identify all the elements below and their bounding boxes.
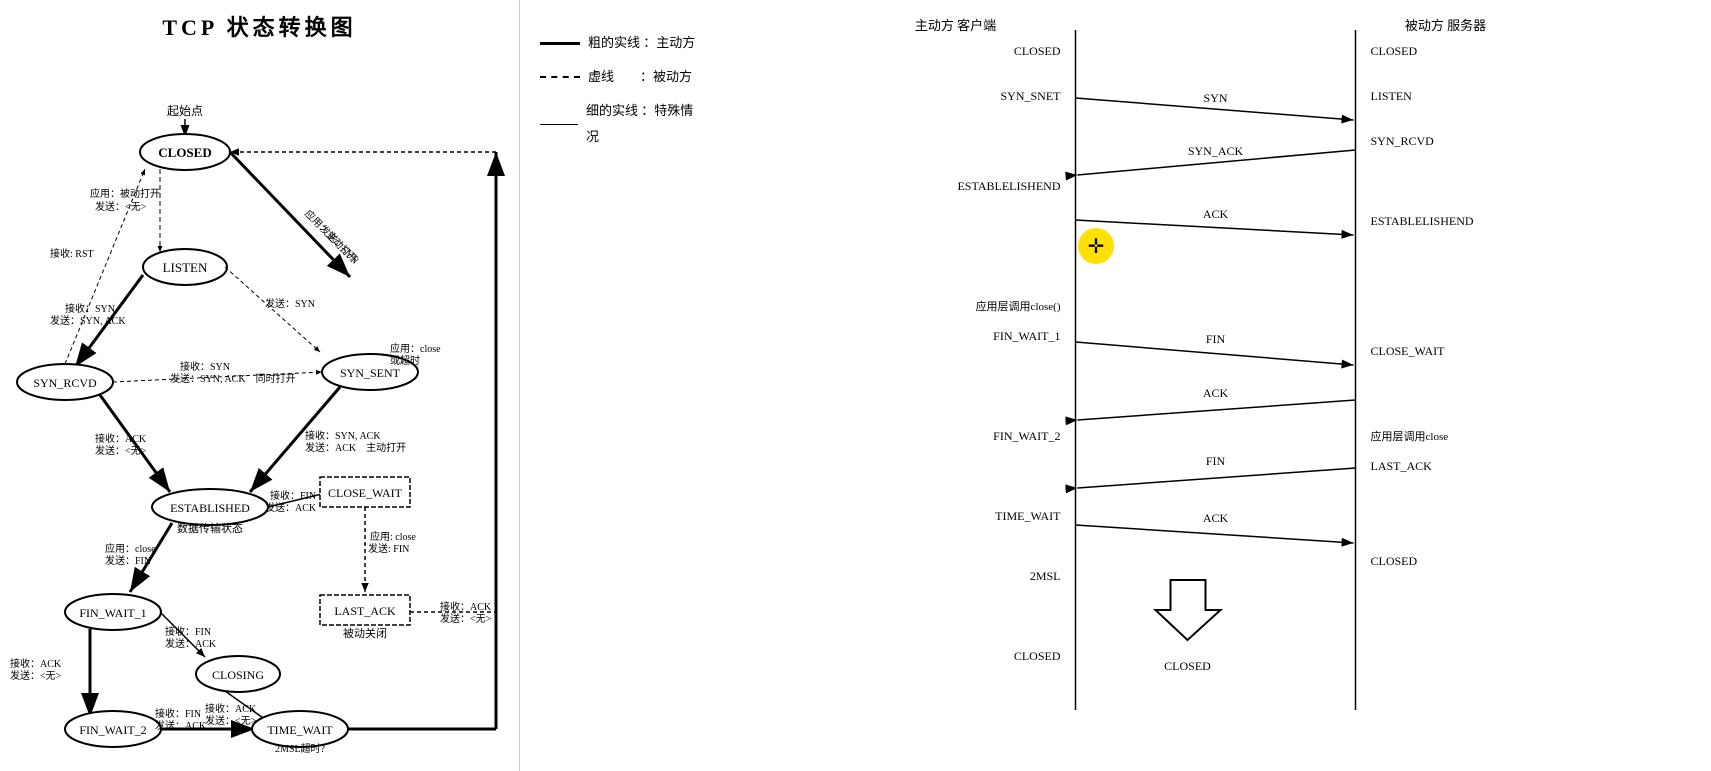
svg-text:CLOSED: CLOSED — [1014, 649, 1061, 663]
svg-text:主动方 客户端: 主动方 客户端 — [915, 18, 996, 33]
legend-thick: 粗的实线 ：主动方 — [540, 30, 700, 56]
connection-diagram: 主动方 客户端 被动方 服务器 CLOSED SYN_SNET ESTABLEL… — [740, 10, 1691, 760]
svg-text:SYN: SYN — [1203, 91, 1227, 105]
svg-text:发送：SYN: 发送：SYN — [317, 222, 362, 267]
svg-text:发送: FIN: 发送: FIN — [368, 542, 409, 555]
svg-text:ESTABLELISHEND: ESTABLELISHEND — [957, 179, 1060, 193]
svg-text:SYN_SNET: SYN_SNET — [1000, 89, 1061, 103]
svg-text:应用层调用close(): 应用层调用close() — [976, 299, 1061, 313]
svg-text:发送：<无>: 发送：<无> — [205, 714, 257, 727]
svg-text:ESTABLISHED: ESTABLISHED — [170, 501, 250, 515]
svg-text:发送：ACK: 发送：ACK — [265, 501, 317, 514]
svg-text:发送：<无>: 发送：<无> — [95, 200, 147, 213]
svg-text:接收：ACK: 接收：ACK — [10, 657, 62, 670]
svg-text:应用层调用close: 应用层调用close — [1371, 429, 1449, 443]
svg-text:LISTEN: LISTEN — [163, 260, 208, 275]
svg-text:CLOSE_WAIT: CLOSE_WAIT — [1371, 344, 1446, 358]
svg-text:接收：ACK: 接收：ACK — [440, 600, 492, 613]
svg-text:FIN: FIN — [1206, 332, 1226, 346]
svg-text:应用：被动打开: 应用：被动打开 — [90, 187, 160, 200]
svg-text:LAST_ACK: LAST_ACK — [334, 604, 396, 618]
svg-text:TIME_WAIT: TIME_WAIT — [267, 723, 333, 737]
svg-text:SYN_RCVD: SYN_RCVD — [33, 376, 97, 390]
svg-text:接收：ACK: 接收：ACK — [205, 702, 257, 715]
svg-text:接收：SYN: 接收：SYN — [180, 360, 230, 373]
svg-text:LISTEN: LISTEN — [1371, 89, 1413, 103]
svg-text:ACK: ACK — [1203, 386, 1229, 400]
svg-text:发送：<无>: 发送：<无> — [95, 444, 147, 457]
svg-text:接收: RST: 接收: RST — [50, 247, 94, 260]
svg-text:SYN_RCVD: SYN_RCVD — [1371, 134, 1435, 148]
svg-text:应用：close: 应用：close — [105, 542, 156, 555]
svg-text:LAST_ACK: LAST_ACK — [1371, 459, 1433, 473]
svg-text:CLOSED: CLOSED — [1164, 659, 1211, 673]
svg-text:SYN_SENT: SYN_SENT — [340, 366, 401, 380]
svg-text:CLOSED: CLOSED — [1371, 554, 1418, 568]
svg-text:FIN_WAIT_1: FIN_WAIT_1 — [79, 606, 146, 620]
svg-text:应用：close: 应用：close — [390, 342, 441, 355]
svg-text:ACK: ACK — [1203, 511, 1229, 525]
svg-text:TIME_WAIT: TIME_WAIT — [995, 509, 1061, 523]
svg-text:被动方 服务器: 被动方 服务器 — [1405, 18, 1486, 33]
svg-text:ACK: ACK — [1203, 207, 1229, 221]
svg-text:起始点: 起始点 — [167, 104, 203, 118]
svg-text:接收：FIN: 接收：FIN — [270, 489, 316, 502]
legend-thin: 细的实线 ：特殊情况 — [540, 98, 700, 150]
svg-text:CLOSED: CLOSED — [1371, 44, 1418, 58]
svg-text:发送：FIN: 发送：FIN — [105, 554, 151, 567]
svg-text:数据传输状态: 数据传输状态 — [177, 521, 243, 535]
right-panel: 主动方 客户端 被动方 服务器 CLOSED SYN_SNET ESTABLEL… — [720, 0, 1711, 771]
tcp-state-diagram: 起始点 CLOSED 应用：被动打开 发送：<无> 应用：主动打开 发送：SYN… — [10, 52, 510, 762]
svg-text:FIN: FIN — [1206, 454, 1226, 468]
legend-dashed: 虚线 ：被动方 — [540, 64, 700, 90]
svg-text:CLOSING: CLOSING — [212, 668, 264, 682]
svg-text:发送：ACK 主动打开: 发送：ACK 主动打开 — [305, 441, 406, 454]
svg-text:2MSL: 2MSL — [1030, 569, 1061, 583]
svg-text:发送：ACK: 发送：ACK — [165, 637, 217, 650]
svg-text:FIN_WAIT_2: FIN_WAIT_2 — [79, 723, 146, 737]
svg-text:发送：SYN, ACK 同时打开: 发送：SYN, ACK 同时打开 — [170, 372, 296, 385]
svg-text:CLOSED: CLOSED — [1014, 44, 1061, 58]
svg-text:FIN_WAIT_2: FIN_WAIT_2 — [993, 429, 1060, 443]
cursor-indicator[interactable]: ✛ — [1078, 228, 1114, 264]
svg-text:SYN_ACK: SYN_ACK — [1188, 144, 1244, 158]
svg-text:发送：<无>: 发送：<无> — [440, 612, 492, 625]
left-panel: TCP 状态转换图 起始点 CLOSED 应用：被动打开 发送：<无> 应用：主… — [0, 0, 520, 771]
svg-text:应用: close: 应用: close — [370, 530, 416, 543]
svg-text:接收：ACK: 接收：ACK — [95, 432, 147, 445]
svg-text:接收：SYN, ACK: 接收：SYN, ACK — [305, 429, 381, 442]
svg-text:发送：ACK: 发送：ACK — [155, 719, 207, 732]
svg-text:FIN_WAIT_1: FIN_WAIT_1 — [993, 329, 1060, 343]
svg-text:接收：FIN: 接收：FIN — [155, 707, 201, 720]
svg-text:发送：SYN: 发送：SYN — [265, 297, 315, 310]
legend-panel: 粗的实线 ：主动方 虚线 ：被动方 细的实线 ：特殊情况 — [520, 0, 720, 771]
svg-text:2MSL超时?: 2MSL超时? — [275, 742, 326, 755]
svg-text:发送：SYN, ACK: 发送：SYN, ACK — [50, 314, 126, 327]
svg-text:CLOSE_WAIT: CLOSE_WAIT — [328, 486, 403, 500]
svg-text:ESTABLELISHEND: ESTABLELISHEND — [1371, 214, 1474, 228]
svg-text:发送：<无>: 发送：<无> — [10, 669, 62, 682]
svg-text:CLOSED: CLOSED — [158, 145, 211, 160]
svg-text:被动关闭: 被动关闭 — [343, 626, 387, 640]
svg-text:接收：FIN: 接收：FIN — [165, 625, 211, 638]
diagram-title: TCP 状态转换图 — [10, 10, 509, 42]
svg-text:或超时: 或超时 — [390, 354, 420, 367]
